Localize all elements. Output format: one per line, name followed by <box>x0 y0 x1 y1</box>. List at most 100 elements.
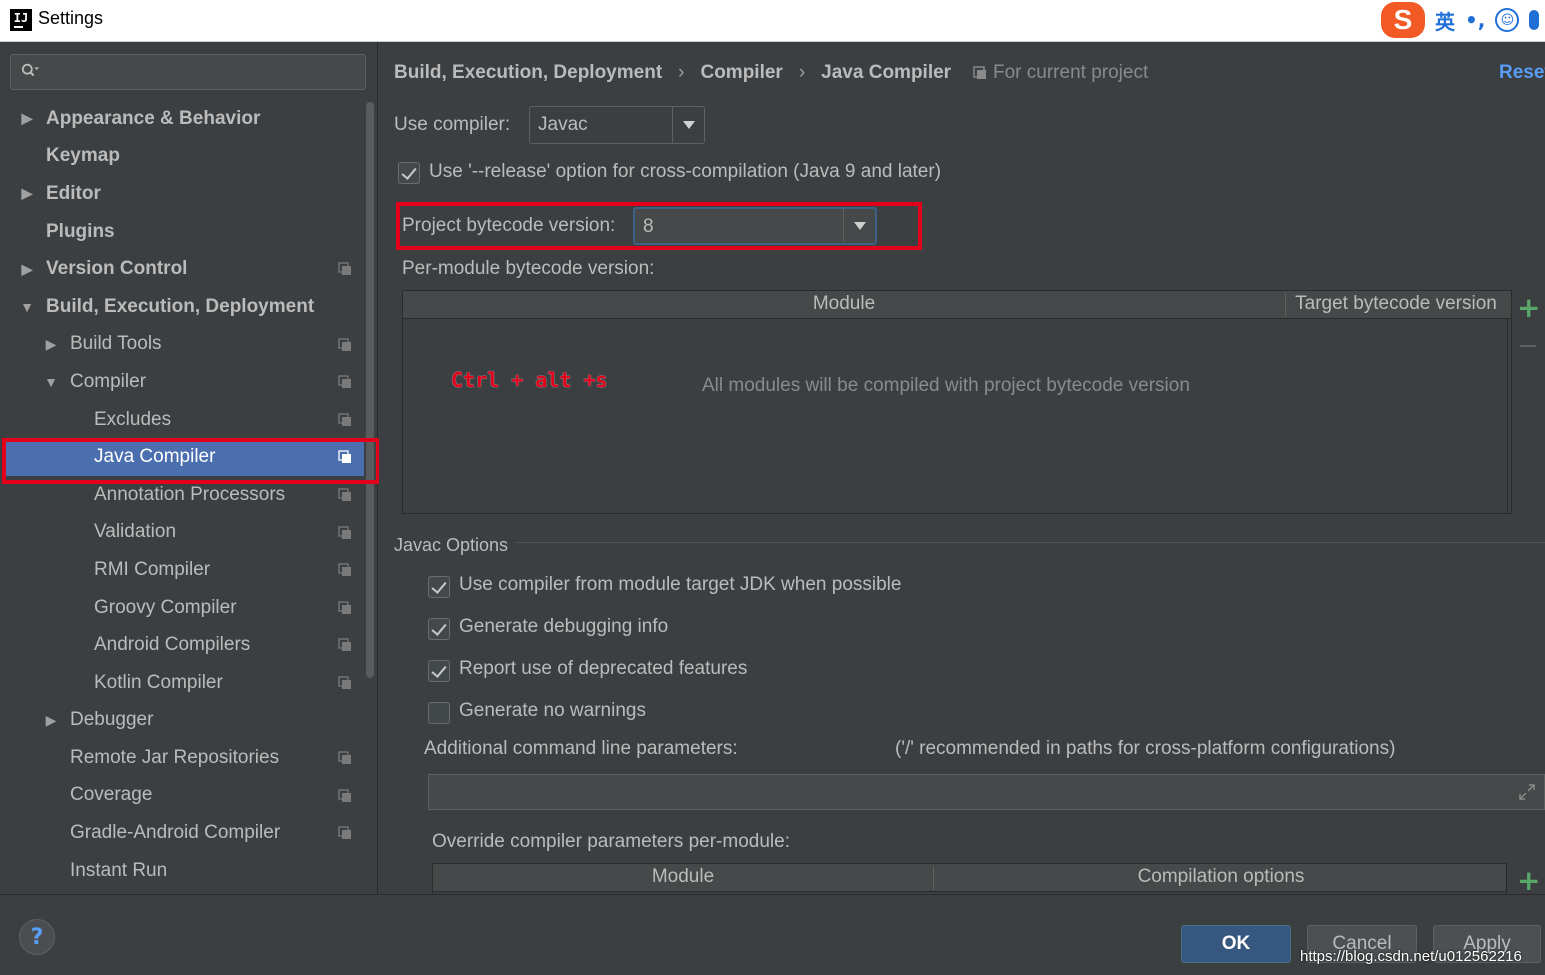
javac-option-checkbox[interactable] <box>428 618 450 640</box>
ime-punctuation-toggle[interactable]: •, <box>1465 8 1485 32</box>
project-level-icon <box>338 789 351 802</box>
javac-option-checkbox[interactable] <box>428 660 450 682</box>
sidebar-item-label: Coverage <box>70 784 153 806</box>
sidebar-item-coverage[interactable]: Coverage <box>0 777 364 815</box>
collapsed-arrow-icon[interactable]: ▶ <box>44 712 58 728</box>
use-compiler-value: Javac <box>538 114 588 135</box>
sidebar-item-android-compilers[interactable]: Android Compilers <box>0 626 364 664</box>
project-level-icon <box>338 638 351 652</box>
breadcrumb-item: Java Compiler <box>821 62 952 83</box>
sidebar-item-rmi-compiler[interactable]: RMI Compiler <box>0 551 364 589</box>
sidebar-scrollbar[interactable] <box>366 102 374 678</box>
sidebar-item-label: Gradle-Android Compiler <box>70 822 281 844</box>
sidebar-item-compiler[interactable]: ▼ Compiler <box>0 363 364 401</box>
sidebar-item-validation[interactable]: Validation <box>0 514 364 552</box>
blog-watermark: https://blog.csdn.net/u012562216 <box>1300 948 1522 965</box>
remove-module-icon[interactable] <box>1520 345 1536 347</box>
sidebar-item-build-tools[interactable]: ▶ Build Tools <box>0 326 364 364</box>
override-params-table[interactable]: Module Compilation options <box>432 863 1507 894</box>
sidebar-item-annotation-processors[interactable]: Annotation Processors <box>0 476 364 514</box>
sidebar-item-build-execution-deployment[interactable]: ▼ Build, Execution, Deployment <box>0 288 364 326</box>
expand-icon[interactable] <box>1518 783 1536 801</box>
sidebar-item-version-control[interactable]: ▶ Version Control <box>0 250 364 288</box>
module-table-header: Module Target bytecode version <box>403 291 1511 319</box>
sidebar-item-label: Editor <box>46 182 101 204</box>
project-level-icon <box>338 375 351 389</box>
breadcrumb-separator: › <box>678 62 685 83</box>
sidebar-item-label: Plugins <box>46 220 115 242</box>
target-version-column-header[interactable]: Target bytecode version <box>1286 293 1506 315</box>
add-module-icon[interactable]: + <box>1517 294 1540 322</box>
module-table-empty-text: All modules will be compiled with projec… <box>702 375 1190 396</box>
project-level-icon <box>338 525 351 539</box>
sidebar-item-groovy-compiler[interactable]: Groovy Compiler <box>0 589 364 627</box>
release-option-checkbox[interactable] <box>398 162 420 184</box>
override-table-header: Module Compilation options <box>433 864 1506 892</box>
ime-language-toggle[interactable]: 英 <box>1435 6 1455 35</box>
breadcrumb-item: Compiler <box>700 62 783 83</box>
sidebar-item-label: Validation <box>94 521 177 543</box>
sidebar-item-debugger[interactable]: ▶ Debugger <box>0 702 364 740</box>
use-compiler-combo[interactable]: Javac <box>529 106 705 144</box>
chevron-down-icon[interactable] <box>672 107 704 143</box>
sidebar-item-kotlin-compiler[interactable]: Kotlin Compiler <box>0 664 364 702</box>
sidebar-item-java-compiler[interactable]: Java Compiler <box>6 438 364 476</box>
additional-params-input[interactable] <box>428 774 1545 810</box>
javac-option-label: Report use of deprecated features <box>459 658 748 679</box>
project-level-icon <box>338 450 351 464</box>
sidebar-item-label: Version Control <box>46 258 188 280</box>
sidebar-item-gradle-android-compiler[interactable]: Gradle-Android Compiler <box>0 814 364 852</box>
sidebar-item-label: Java Compiler <box>94 446 216 468</box>
ime-emoji-icon[interactable]: ☺ <box>1495 8 1520 32</box>
sidebar-item-label: Annotation Processors <box>94 483 286 505</box>
sidebar-item-editor[interactable]: ▶ Editor <box>0 175 364 213</box>
search-icon <box>21 63 39 77</box>
sidebar-item-excludes[interactable]: Excludes <box>0 401 364 439</box>
sidebar-item-label: Excludes <box>94 408 172 430</box>
javac-option-checkbox[interactable] <box>428 576 450 598</box>
collapsed-arrow-icon[interactable]: ▶ <box>20 110 34 126</box>
add-override-icon[interactable]: + <box>1517 867 1540 895</box>
sidebar-item-appearance-behavior[interactable]: ▶ Appearance & Behavior <box>0 100 364 138</box>
expanded-arrow-icon[interactable]: ▼ <box>20 299 34 315</box>
group-divider <box>515 542 1545 543</box>
ime-microphone-icon[interactable] <box>1529 10 1540 30</box>
settings-search-input[interactable] <box>10 54 366 90</box>
module-column-header[interactable]: Module <box>403 293 1285 315</box>
table-side-border <box>1507 319 1508 514</box>
expanded-arrow-icon[interactable]: ▼ <box>44 374 58 390</box>
project-level-icon <box>338 676 351 689</box>
sogou-ime-icon[interactable]: S <box>1381 2 1425 38</box>
use-compiler-label: Use compiler: <box>394 114 511 135</box>
additional-params-label: Additional command line parameters: <box>424 738 738 759</box>
compilation-options-column-header[interactable]: Compilation options <box>934 866 1508 888</box>
sidebar-item-label: Keymap <box>46 145 120 167</box>
sidebar-item-label: Compiler <box>70 370 147 392</box>
module-bytecode-table[interactable]: Module Target bytecode version All modul… <box>402 290 1512 514</box>
collapsed-arrow-icon[interactable]: ▶ <box>20 185 34 201</box>
javac-option-label: Use compiler from module target JDK when… <box>459 574 902 595</box>
sidebar-item-plugins[interactable]: Plugins <box>0 213 364 251</box>
chevron-down-icon[interactable] <box>843 209 875 243</box>
ok-button[interactable]: OK <box>1181 925 1291 963</box>
bytecode-version-combo[interactable]: 8 <box>633 207 877 245</box>
sidebar-item-label: RMI Compiler <box>94 558 211 580</box>
override-params-label: Override compiler parameters per-module: <box>432 831 790 852</box>
sidebar-item-keymap[interactable]: Keymap <box>0 138 364 176</box>
sidebar-item-label: Instant Run <box>70 859 168 881</box>
reset-link[interactable]: Reset <box>1499 62 1545 84</box>
sidebar-item-remote-jar-repositories[interactable]: Remote Jar Repositories <box>0 739 364 777</box>
project-scope-icon <box>973 66 986 79</box>
project-level-icon <box>338 413 351 426</box>
project-level-icon <box>338 826 351 840</box>
sidebar-item-instant-run[interactable]: Instant Run <box>0 852 364 890</box>
module-column-header[interactable]: Module <box>433 866 933 888</box>
javac-option-checkbox[interactable] <box>428 702 450 724</box>
project-scope-label: For current project <box>993 62 1149 83</box>
collapsed-arrow-icon[interactable]: ▶ <box>20 261 34 277</box>
sidebar-item-label: Remote Jar Repositories <box>70 746 280 768</box>
help-button[interactable]: ? <box>19 919 55 955</box>
window-title: Settings <box>38 8 104 28</box>
collapsed-arrow-icon[interactable]: ▶ <box>44 336 58 352</box>
bytecode-version-value: 8 <box>643 216 654 237</box>
